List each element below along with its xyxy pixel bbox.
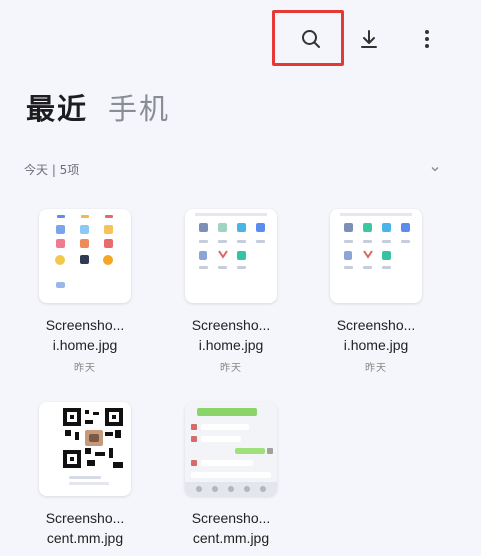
- file-item[interactable]: Screensho... cent.mm.jpg: [166, 402, 296, 548]
- file-name-line1: Screensho...: [336, 317, 416, 333]
- file-item[interactable]: Screensho... cent.mm.jpg: [20, 402, 150, 548]
- home-screen-thumbnail: [55, 215, 113, 288]
- file-name-line2: i.home.jpg: [343, 337, 409, 353]
- file-name-line1: Screensho...: [45, 317, 125, 333]
- file-name-line1: Screensho...: [45, 510, 125, 526]
- chat-thumbnail: [185, 402, 277, 496]
- download-button[interactable]: [349, 19, 389, 59]
- file-thumbnail: [185, 402, 277, 496]
- tab-phone[interactable]: 手机: [108, 86, 170, 128]
- file-meta: 昨天: [365, 363, 387, 374]
- file-name-line1: Screensho...: [191, 317, 271, 333]
- home-screen-thumbnail: [195, 213, 267, 269]
- home-screen-thumbnail: [340, 213, 412, 269]
- file-name-line1: Screensho...: [191, 510, 271, 526]
- file-name-line2: cent.mm.jpg: [192, 530, 270, 546]
- file-thumbnail: [39, 402, 131, 496]
- file-name-line2: i.home.jpg: [52, 337, 118, 353]
- file-item[interactable]: Screensho... i.home.jpg 昨天: [20, 209, 150, 374]
- file-name-line2: i.home.jpg: [198, 337, 264, 353]
- tab-recent[interactable]: 最近: [26, 86, 88, 128]
- section-header[interactable]: 今天 | 5项: [24, 157, 444, 181]
- view-tabs: 最近 手机: [26, 86, 170, 128]
- qr-code-thumbnail: [39, 402, 131, 496]
- top-toolbar: [0, 0, 481, 78]
- file-thumbnail: [39, 209, 131, 303]
- download-icon: [361, 30, 377, 48]
- file-item[interactable]: Screensho... i.home.jpg 昨天: [166, 209, 296, 374]
- file-meta: 昨天: [74, 363, 96, 374]
- file-item[interactable]: Screensho... i.home.jpg 昨天: [311, 209, 441, 374]
- chevron-down-icon[interactable]: [426, 160, 444, 178]
- file-thumbnail: [330, 209, 422, 303]
- search-button[interactable]: [291, 19, 331, 59]
- search-icon: [302, 30, 320, 48]
- section-date-label: 今天 | 5项: [24, 162, 80, 177]
- more-vertical-icon: [425, 30, 429, 48]
- file-meta: 昨天: [220, 363, 242, 374]
- file-thumbnail: [185, 209, 277, 303]
- file-name-line2: cent.mm.jpg: [46, 530, 124, 546]
- more-options-button[interactable]: [407, 19, 447, 59]
